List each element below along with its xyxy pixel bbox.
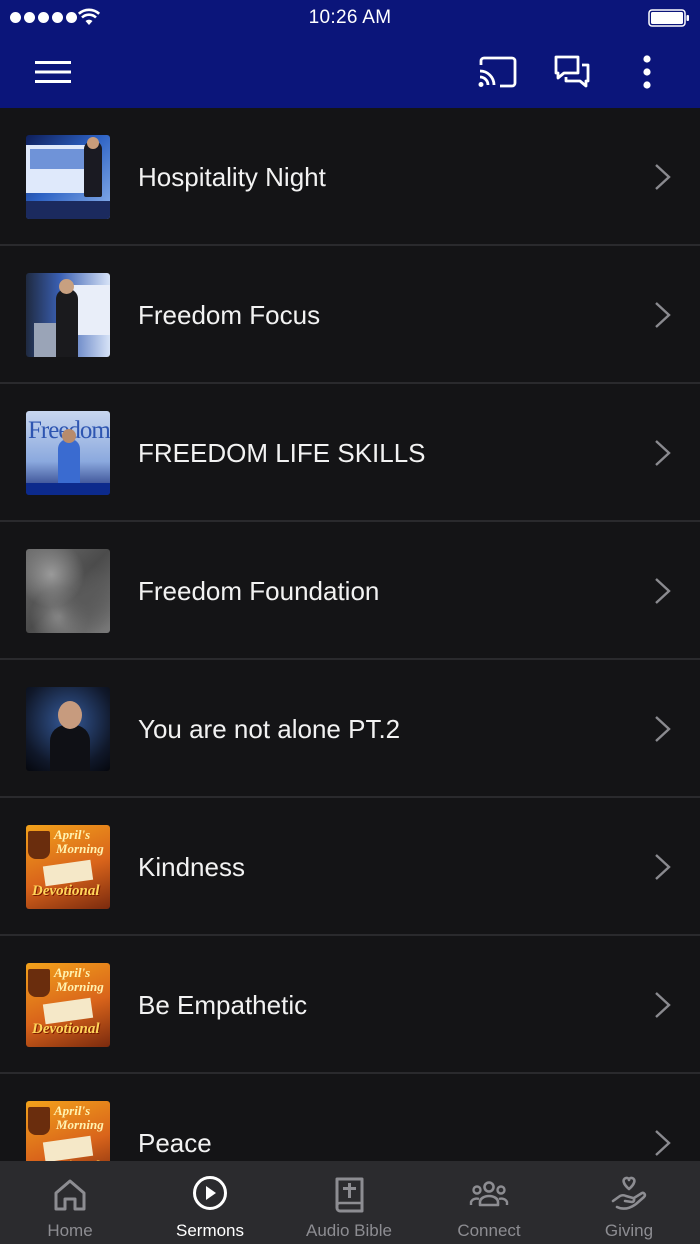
tab-sermons[interactable]: Sermons [140,1161,280,1244]
chevron-right-icon [655,716,671,742]
thumbnail-text: Morning [56,979,104,994]
status-time: 10:26 AM [308,7,392,28]
app-bar [0,36,700,108]
tab-audio-bible[interactable]: Audio Bible [279,1161,419,1244]
hamburger-menu-icon [35,61,71,83]
chevron-right-icon [655,164,671,190]
bottom-tab-bar: Home Sermons Audio Bible Connect Giving [0,1161,700,1244]
sermon-title: Hospitality Night [138,162,326,192]
people-icon [469,1181,509,1207]
chevron-right-icon [655,578,671,604]
thumbnail-text: Devotional [32,883,100,899]
status-bar: 10:26 AM [0,0,700,36]
sermon-row[interactable]: April's Morning Devotional Be Empathetic [0,936,700,1074]
thumbnail-text: Morning [56,1117,104,1132]
top-header: 10:26 AM [0,0,700,108]
sermon-title: Freedom Foundation [138,576,380,606]
tab-label: Audio Bible [305,1221,392,1240]
sermon-title: FREEDOM LIFE SKILLS [138,438,426,468]
thumbnail-text: Morning [56,841,104,856]
chevron-right-icon [655,854,671,880]
tab-label: Sermons [175,1221,245,1240]
sermon-thumbnail: April's Morning Devotional [26,963,110,1047]
sermon-row[interactable]: April's Morning Devotional Peace [0,1074,700,1161]
sermon-row[interactable]: April's Morning Devotional Kindness [0,798,700,936]
tab-label: Connect [457,1221,521,1240]
sermon-thumbnail [26,135,110,219]
chevron-right-icon [655,440,671,466]
sermon-row[interactable]: Freedom FREEDOM LIFE SKILLS [0,384,700,522]
tab-label: Home [47,1221,93,1240]
bible-icon [335,1177,364,1213]
sermon-title: Kindness [138,852,245,882]
menu-button[interactable] [31,50,75,94]
sermon-list: Hospitality Night Freedom Focus Freedom … [0,108,700,1161]
sermon-thumbnail: April's Morning Devotional [26,1101,110,1161]
more-vertical-icon [643,55,651,89]
sermon-row[interactable]: Hospitality Night [0,108,700,246]
sermon-thumbnail [26,273,110,357]
sermon-title: Freedom Focus [138,300,321,330]
sermon-row[interactable]: You are not alone PT.2 [0,660,700,798]
sermon-title: Be Empathetic [138,990,308,1020]
sermon-thumbnail [26,549,110,633]
sermon-title: You are not alone PT.2 [138,714,401,744]
chevron-right-icon [655,302,671,328]
sermon-thumbnail: Freedom [26,411,110,495]
cast-button[interactable] [475,50,519,94]
battery-icon [648,9,689,27]
sermon-title: Peace [138,1128,212,1158]
sermon-thumbnail [26,687,110,771]
chevron-right-icon [655,1130,671,1156]
chevron-right-icon [655,992,671,1018]
more-options-button[interactable] [625,50,669,94]
tab-connect[interactable]: Connect [419,1161,559,1244]
sermon-row[interactable]: Freedom Focus [0,246,700,384]
tab-home[interactable]: Home [0,1161,140,1244]
play-circle-icon [193,1176,227,1210]
cast-icon [478,56,517,88]
tab-label: Giving [604,1221,654,1240]
chat-button[interactable] [550,50,594,94]
chat-icon [554,55,590,88]
giving-hand-heart-icon [611,1176,647,1210]
tab-giving[interactable]: Giving [559,1161,699,1244]
thumbnail-text: Devotional [32,1021,100,1037]
sermon-row[interactable]: Freedom Foundation [0,522,700,660]
sermon-thumbnail: April's Morning Devotional [26,825,110,909]
home-icon [54,1179,86,1211]
